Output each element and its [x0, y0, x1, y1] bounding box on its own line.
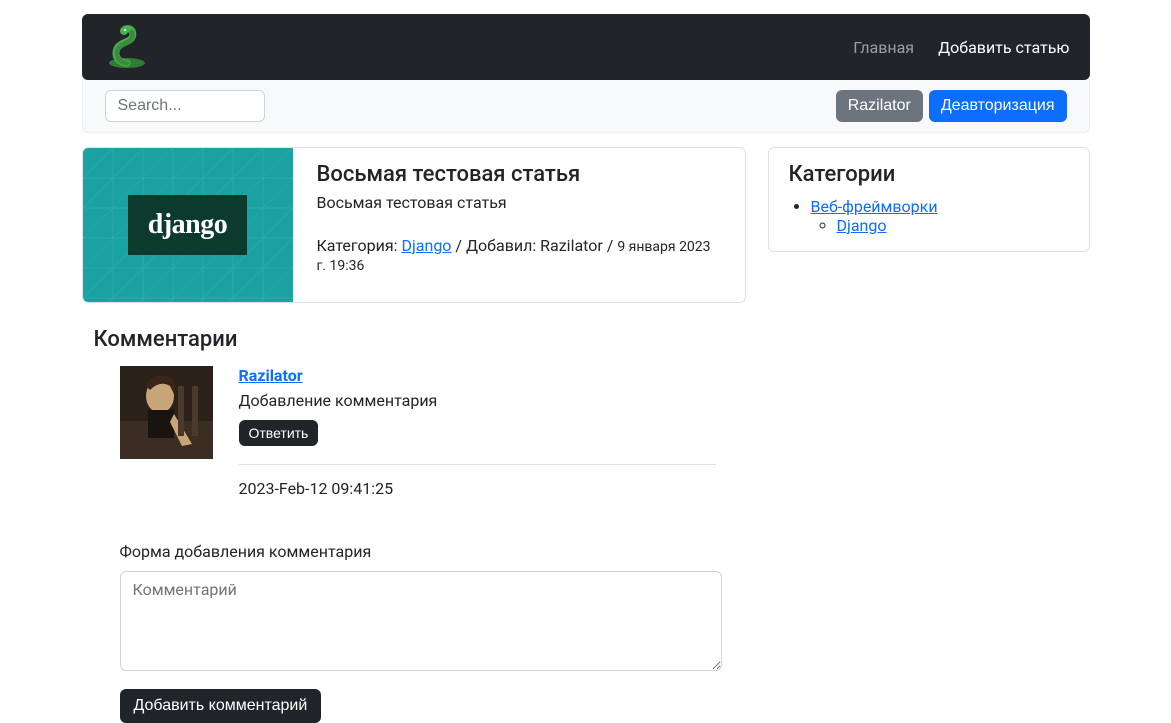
comment-text: Добавление комментария	[239, 391, 716, 410]
list-item: Веб-фреймворки Django	[811, 197, 1069, 235]
comment-divider	[239, 464, 716, 465]
meta-sep-2: /	[603, 236, 618, 255]
meta-sep-1: /	[451, 236, 466, 255]
sidebar-column: Категории Веб-фреймворки Django	[768, 147, 1090, 723]
comments-title: Комментарии	[94, 327, 746, 352]
reply-button[interactable]: Ответить	[239, 420, 319, 446]
categories-card: Категории Веб-фреймворки Django	[768, 147, 1090, 252]
nav-link-add-article[interactable]: Добавить статью	[938, 38, 1069, 57]
article-meta: Категория: Django / Добавил: Razilator /…	[317, 236, 711, 274]
subbar-buttons: Razilator Деавторизация	[836, 90, 1067, 122]
article-thumbnail: django	[83, 148, 293, 302]
comments-section: Комментарии	[94, 327, 746, 723]
comment-time: 2023-Feb-12 09:41:25	[239, 479, 716, 498]
search-input[interactable]	[105, 90, 265, 122]
categories-list: Веб-фреймворки Django	[789, 197, 1069, 235]
list-item: Django	[837, 216, 1069, 235]
logo[interactable]	[102, 25, 152, 69]
meta-category-label: Категория:	[317, 236, 402, 255]
comment-textarea[interactable]	[120, 571, 722, 671]
main-row: django Восьмая тестовая статья Восьмая т…	[82, 147, 1090, 723]
comment-body: Razilator Добавление комментария Ответит…	[239, 366, 746, 498]
category-link-child[interactable]: Django	[837, 216, 887, 235]
comment-form: Форма добавления комментария Добавить ко…	[120, 542, 746, 723]
subbar: Razilator Деавторизация	[82, 80, 1090, 133]
content-column: django Восьмая тестовая статья Восьмая т…	[82, 147, 746, 723]
categories-title: Категории	[789, 162, 1069, 187]
submit-comment-button[interactable]: Добавить комментарий	[120, 689, 322, 723]
navbar: Главная Добавить статью	[82, 14, 1090, 80]
comment-item: Razilator Добавление комментария Ответит…	[120, 366, 746, 498]
article-description: Восьмая тестовая статья	[317, 193, 721, 212]
thumbnail-label: django	[128, 195, 247, 255]
avatar	[120, 366, 213, 459]
logout-button[interactable]: Деавторизация	[929, 90, 1067, 122]
category-link-parent[interactable]: Веб-фреймворки	[811, 197, 938, 216]
meta-added-user: Razilator	[540, 236, 603, 255]
article-body: Восьмая тестовая статья Восьмая тестовая…	[293, 148, 745, 302]
meta-added-label: Добавил:	[466, 236, 540, 255]
article-title: Восьмая тестовая статья	[317, 162, 721, 187]
user-button[interactable]: Razilator	[836, 90, 923, 122]
nav-link-home[interactable]: Главная	[853, 38, 914, 57]
comment-author-link[interactable]: Razilator	[239, 366, 303, 385]
article-card: django Восьмая тестовая статья Восьмая т…	[82, 147, 746, 303]
category-link[interactable]: Django	[401, 236, 451, 255]
nav-links: Главная Добавить статью	[853, 38, 1069, 57]
form-label: Форма добавления комментария	[120, 542, 746, 561]
